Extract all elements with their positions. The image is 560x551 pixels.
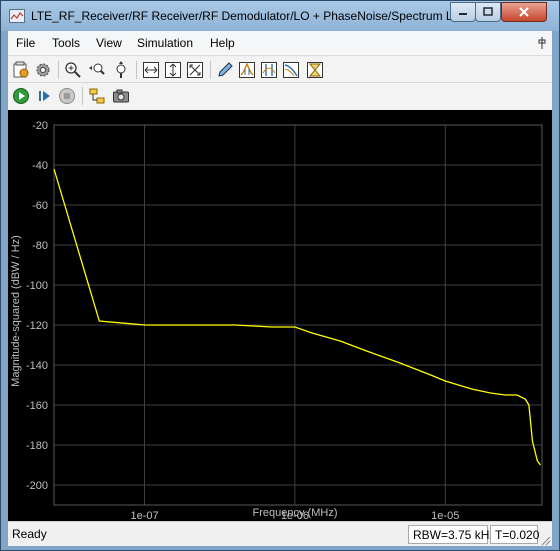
toolbar-separator — [210, 61, 211, 79]
y-tick-label: -160 — [26, 400, 48, 412]
y-tick-label: -180 — [26, 440, 48, 452]
scope-window: LTE_RF_Receiver/RF Receiver/RF Demodulat… — [0, 0, 560, 551]
y-tick-label: -100 — [26, 280, 48, 292]
matlab-scope-icon — [9, 9, 25, 23]
distortion-icon[interactable] — [282, 61, 300, 79]
fit-all-icon[interactable] — [186, 61, 204, 79]
x-axis-label: Frequency (MHz) — [253, 507, 338, 519]
y-tick-label: -60 — [32, 200, 48, 212]
y-tick-label: -80 — [32, 240, 48, 252]
scope-params-icon[interactable] — [12, 61, 30, 79]
x-tick-label: 1e-07 — [130, 510, 158, 521]
y-tick-label: -140 — [26, 360, 48, 372]
fit-x-icon[interactable] — [142, 61, 160, 79]
maximize-icon — [483, 7, 493, 16]
run-icon[interactable] — [12, 87, 30, 105]
y-tick-label: -40 — [32, 160, 48, 172]
time-readout: T=0.020 — [490, 525, 539, 544]
peak-finder-icon[interactable] — [238, 61, 256, 79]
menu-view[interactable]: View — [96, 36, 122, 50]
close-icon — [519, 7, 529, 17]
resize-grip-icon[interactable] — [541, 535, 551, 546]
maximize-button[interactable] — [475, 2, 501, 22]
menu-simulation[interactable]: Simulation — [137, 36, 193, 50]
status-bar: Ready RBW=3.75 kHz T=0.020 — [8, 521, 552, 546]
spectrum-chart[interactable]: -20 -40 -60 -80 -100 -120 -140 -160 -180 -200 1e-… — [8, 110, 552, 521]
y-tick-label: -120 — [26, 320, 48, 332]
window-title: LTE_RF_Receiver/RF Receiver/RF Demodulat… — [31, 9, 462, 23]
rbw-readout: RBW=3.75 kHz — [408, 525, 495, 544]
menu-tools[interactable]: Tools — [52, 36, 80, 50]
snapshot-icon[interactable] — [112, 87, 130, 105]
y-tick-label: -200 — [26, 480, 48, 492]
toolbar-separator — [58, 61, 59, 79]
ccdf-icon[interactable] — [306, 61, 324, 79]
zoom-in-icon[interactable] — [64, 61, 82, 79]
minimize-icon — [459, 13, 467, 15]
close-button[interactable] — [501, 2, 547, 22]
zoom-x-icon[interactable] — [88, 61, 106, 79]
toolbar-main — [8, 57, 552, 83]
window-client: File Tools View Simulation Help -20 -40 … — [8, 31, 552, 546]
y-tick-label: -20 — [32, 120, 48, 132]
cursor-measure-icon[interactable] — [260, 61, 278, 79]
step-forward-icon[interactable] — [36, 87, 54, 105]
dock-pin-icon[interactable] — [536, 36, 548, 50]
menu-file[interactable]: File — [16, 36, 35, 50]
menu-bar: File Tools View Simulation Help — [8, 31, 552, 56]
highlight-block-icon[interactable] — [88, 87, 106, 105]
toolbar-separator — [136, 61, 137, 79]
fit-y-icon[interactable] — [164, 61, 182, 79]
title-bar[interactable]: LTE_RF_Receiver/RF Receiver/RF Demodulat… — [1, 1, 559, 31]
x-tick-label: 1e-05 — [431, 510, 459, 521]
pen-icon[interactable] — [216, 61, 234, 79]
toolbar-separator — [82, 87, 83, 105]
zoom-y-icon[interactable] — [112, 61, 130, 79]
y-axis-label: Magnitude-squared (dBW / Hz) — [10, 235, 22, 387]
plot-area[interactable]: -20 -40 -60 -80 -100 -120 -140 -160 -180 -200 1e-… — [8, 110, 552, 521]
status-ready: Ready — [12, 527, 47, 541]
minimize-button[interactable] — [450, 2, 476, 22]
stop-icon[interactable] — [58, 87, 76, 105]
toolbar-simulation — [8, 83, 552, 110]
settings-gear-icon[interactable] — [34, 61, 52, 79]
menu-help[interactable]: Help — [210, 36, 235, 50]
